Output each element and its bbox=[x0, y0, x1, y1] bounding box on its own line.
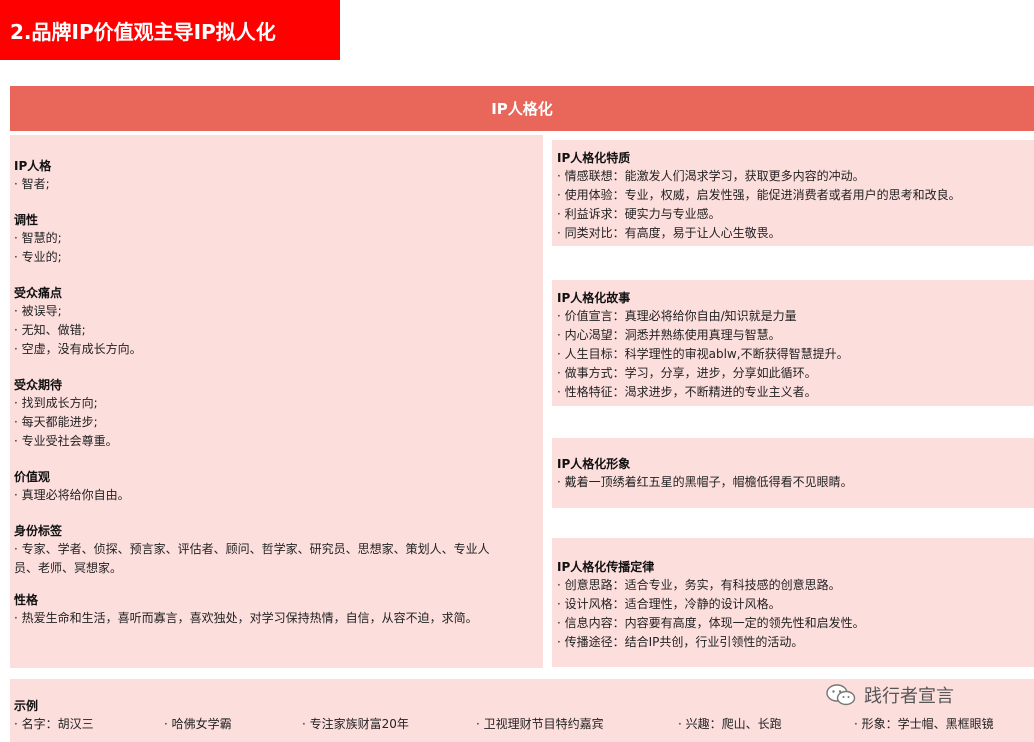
section-line: · 专业受社会尊重。 bbox=[14, 434, 118, 448]
section-heading: IP人格 bbox=[14, 159, 52, 173]
box-heading: IP人格化传播定律 bbox=[557, 560, 655, 574]
example-item: · 名字：胡汉三 bbox=[14, 717, 94, 731]
box-line: · 利益诉求：硬实力与专业感。 bbox=[557, 207, 721, 221]
section-personality: 性格 · 热爱生命和生活，喜听而寡言，喜欢独处，对学习保持热情，自信，从容不迫，… bbox=[14, 591, 539, 628]
section-heading: 受众期待 bbox=[14, 378, 63, 392]
box-line: · 设计风格：适合理性，冷静的设计风格。 bbox=[557, 597, 781, 611]
box-line: · 信息内容：内容要有高度，体现一定的领先性和启发性。 bbox=[557, 616, 865, 630]
box-heading: IP人格化故事 bbox=[557, 291, 631, 305]
section-heading: 调性 bbox=[14, 213, 39, 227]
example-item: · 专注家族财富20年 bbox=[302, 717, 409, 731]
watermark: 践行者宣言 bbox=[826, 682, 954, 708]
traits-box: IP人格化特质 · 情感联想：能激发人们渴求学习，获取更多内容的冲动。 · 使用… bbox=[552, 140, 1034, 246]
box-line: · 人生目标：科学理性的审视ablw,不断获得智慧提升。 bbox=[557, 347, 849, 361]
section-identity-tags: 身份标签 · 专家、学者、侦探、预言家、评估者、顾问、哲学家、研究员、思想家、策… bbox=[14, 522, 539, 578]
box-line: · 情感联想：能激发人们渴求学习，获取更多内容的冲动。 bbox=[557, 169, 865, 183]
story-box: IP人格化故事 · 价值宣言：真理必将给你自由/知识就是力量 · 内心渴望：洞悉… bbox=[552, 280, 1034, 406]
section-line: · 热爱生命和生活，喜听而寡言，喜欢独处，对学习保持热情，自信，从容不迫，求简。 bbox=[14, 611, 478, 625]
section-ip-persona: IP人格 · 智者; bbox=[14, 157, 539, 194]
page-title: 2.品牌IP价值观主导IP拟人化 bbox=[10, 19, 276, 44]
section-line: 员、老师、冥想家。 bbox=[14, 561, 123, 575]
box-line: · 价值宣言：真理必将给你自由/知识就是力量 bbox=[557, 309, 797, 323]
page-title-bar: 2.品牌IP价值观主导IP拟人化 bbox=[0, 0, 340, 60]
box-heading: IP人格化特质 bbox=[557, 151, 631, 165]
example-item: · 卫视理财节目特约嘉宾 bbox=[476, 717, 604, 731]
section-line: · 专业的; bbox=[14, 250, 62, 264]
example-items: · 名字：胡汉三 · 哈佛女学霸 · 专注家族财富20年 · 卫视理财节目特约嘉… bbox=[14, 715, 1030, 734]
box-line: · 做事方式：学习，分享，进步，分享如此循环。 bbox=[557, 366, 817, 380]
section-line: · 智者; bbox=[14, 177, 50, 191]
section-pain-points: 受众痛点 · 被误导; · 无知、做错; · 空虚，没有成长方向。 bbox=[14, 284, 539, 359]
section-line: · 被误导; bbox=[14, 304, 62, 318]
section-line: · 找到成长方向; bbox=[14, 396, 98, 410]
watermark-text: 践行者宣言 bbox=[864, 686, 954, 707]
image-box: IP人格化形象 · 戴着一顶绣着红五星的黑帽子，帽檐低得看不见眼睛。 bbox=[552, 438, 1034, 508]
box-line: · 戴着一顶绣着红五星的黑帽子，帽檐低得看不见眼睛。 bbox=[557, 475, 853, 489]
example-item: · 兴趣：爬山、长跑 bbox=[678, 717, 782, 731]
section-heading: 身份标签 bbox=[14, 524, 63, 538]
box-heading: IP人格化形象 bbox=[557, 457, 631, 471]
section-tone: 调性 · 智慧的; · 专业的; bbox=[14, 211, 539, 267]
section-header-label: IP人格化 bbox=[491, 100, 553, 118]
section-heading: 性格 bbox=[14, 593, 39, 607]
box-line: · 传播途径：结合IP共创，行业引领性的活动。 bbox=[557, 635, 804, 649]
section-line: · 每天都能进步; bbox=[14, 415, 98, 429]
box-line: · 创意思路：适合专业，务实，有科技感的创意思路。 bbox=[557, 578, 841, 592]
communication-box: IP人格化传播定律 · 创意思路：适合专业，务实，有科技感的创意思路。 · 设计… bbox=[552, 538, 1034, 667]
box-line: · 同类对比：有高度，易于让人心生敬畏。 bbox=[557, 226, 781, 240]
section-line: · 空虚，没有成长方向。 bbox=[14, 342, 142, 356]
box-line: · 使用体验：专业，权威，启发性强，能促进消费者或者用户的思考和改良。 bbox=[557, 188, 961, 202]
section-expectations: 受众期待 · 找到成长方向; · 每天都能进步; · 专业受社会尊重。 bbox=[14, 376, 539, 451]
box-line: · 性格特征：渴求进步，不断精进的专业主义者。 bbox=[557, 385, 817, 399]
example-item: · 哈佛女学霸 bbox=[164, 717, 232, 731]
section-heading: 价值观 bbox=[14, 470, 51, 484]
section-line: · 真理必将给你自由。 bbox=[14, 488, 130, 502]
section-values: 价值观 · 真理必将给你自由。 bbox=[14, 468, 539, 505]
box-line: · 内心渴望：洞悉并熟练使用真理与智慧。 bbox=[557, 328, 781, 342]
section-line: · 专家、学者、侦探、预言家、评估者、顾问、哲学家、研究员、思想家、策划人、专业… bbox=[14, 542, 490, 556]
section-heading: 受众痛点 bbox=[14, 286, 63, 300]
section-header: IP人格化 bbox=[10, 86, 1034, 131]
section-line: · 智慧的; bbox=[14, 231, 62, 245]
left-panel: IP人格 · 智者; 调性 · 智慧的; · 专业的; 受众痛点 · 被误导; … bbox=[10, 135, 543, 668]
example-item: · 形象：学士帽、黑框眼镜 bbox=[854, 717, 994, 731]
wechat-icon bbox=[826, 684, 856, 706]
section-line: · 无知、做错; bbox=[14, 323, 86, 337]
